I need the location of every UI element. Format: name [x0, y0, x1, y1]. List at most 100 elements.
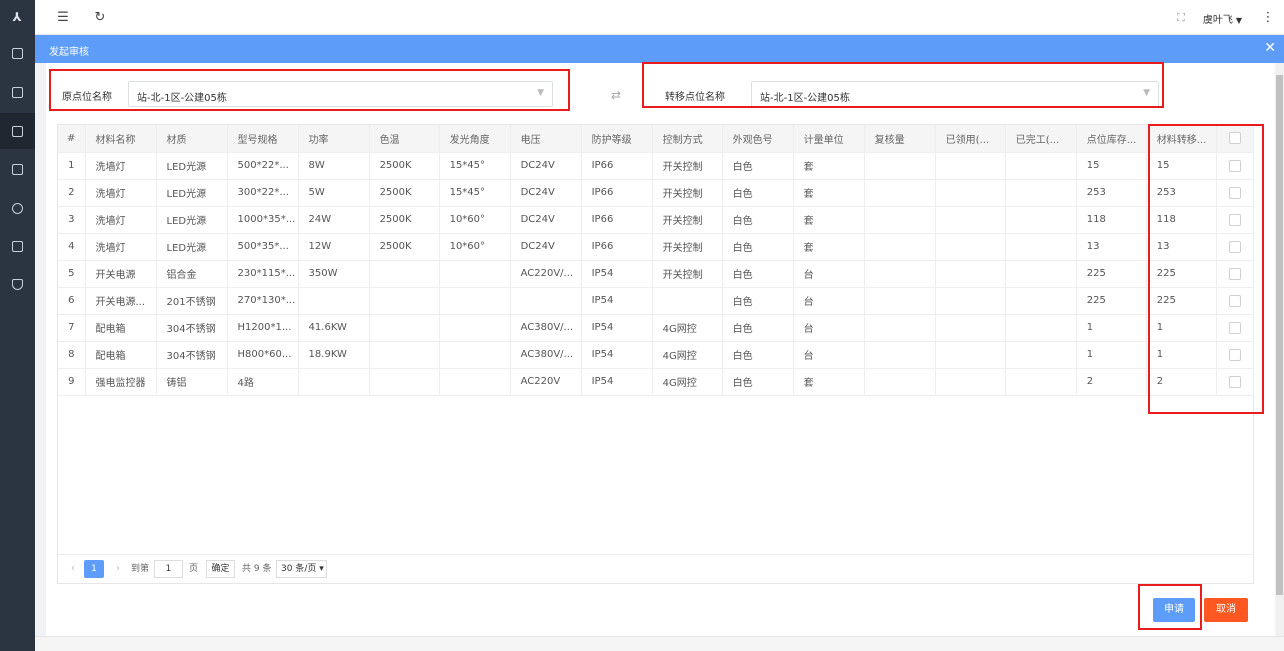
page-input[interactable]: 1: [154, 560, 183, 578]
table-cell: 台: [793, 287, 865, 315]
sidebar-item-5[interactable]: [0, 190, 35, 226]
table-row[interactable]: 4 洗墙灯 LED光源 500*35*... 12W 2500K 10*60° DC24V IP…: [58, 233, 1255, 261]
table-cell: 13: [1076, 233, 1147, 261]
sidebar-item-7[interactable]: [0, 266, 35, 302]
column-header[interactable]: 点位库存...: [1076, 125, 1147, 153]
column-header[interactable]: 控制方式: [652, 125, 723, 153]
table-cell[interactable]: 225: [1146, 260, 1217, 288]
table-row[interactable]: 9 强电监控器 铸铝 4路 AC220V IP54 4G网控 白色套 2 2: [58, 368, 1255, 396]
row-checkbox[interactable]: [1216, 179, 1255, 207]
cancel-button[interactable]: 取消: [1204, 598, 1248, 622]
target-select[interactable]: 站-北-1区-公建05栋 ▼: [751, 81, 1159, 107]
apply-button[interactable]: 申请: [1153, 598, 1195, 622]
column-header[interactable]: 型号规格: [227, 125, 299, 153]
table-cell: 8W: [298, 152, 370, 180]
column-header[interactable]: 材质: [156, 125, 228, 153]
table-cell: DC24V: [510, 233, 582, 261]
bottom-bar: [35, 636, 1284, 651]
table-cell: 配电箱: [85, 341, 157, 369]
column-header[interactable]: 防护等级: [581, 125, 653, 153]
table-cell: 2500K: [369, 233, 440, 261]
dialog-header: 发起审核 ✕: [35, 35, 1284, 63]
row-checkbox[interactable]: [1216, 260, 1255, 288]
table-row[interactable]: 8 配电箱 304不锈钢 H800*60... 18.9KW AC380V/... IP54…: [58, 341, 1255, 369]
user-menu[interactable]: 虞叶飞 ▼: [1203, 11, 1242, 26]
table-cell: AC380V/...: [510, 314, 582, 342]
table-cell: 1: [1076, 314, 1147, 342]
select-all-checkbox[interactable]: [1216, 125, 1255, 153]
next-page-icon[interactable]: ›: [109, 561, 127, 577]
table-cell[interactable]: 225: [1146, 287, 1217, 315]
column-header[interactable]: 材料名称: [85, 125, 157, 153]
current-page[interactable]: 1: [84, 560, 104, 578]
scrollbar[interactable]: [1275, 63, 1284, 636]
table-cell[interactable]: 15: [1146, 152, 1217, 180]
column-header[interactable]: 已完工(...: [1005, 125, 1077, 153]
table-cell[interactable]: 253: [1146, 179, 1217, 207]
prev-page-icon[interactable]: ‹: [64, 561, 82, 577]
table-cell: 9: [58, 368, 86, 396]
row-checkbox[interactable]: [1216, 287, 1255, 315]
more-vertical-icon[interactable]: ⋮: [1260, 10, 1276, 26]
table-cell[interactable]: 1: [1146, 314, 1217, 342]
swap-icon[interactable]: ⇄: [611, 88, 621, 102]
sidebar-item-4[interactable]: [0, 151, 35, 187]
document-icon: [12, 240, 23, 252]
column-header[interactable]: 功率: [298, 125, 370, 153]
column-header[interactable]: 计量单位: [793, 125, 865, 153]
column-header[interactable]: 材料转移...: [1146, 125, 1217, 153]
layers-icon: [12, 86, 23, 98]
sidebar-item-3[interactable]: [0, 113, 35, 149]
column-header[interactable]: 外观色号: [722, 125, 794, 153]
table-row[interactable]: 5 开关电源 铝合金 230*115*... 350W AC220V/... IP54 开关控…: [58, 260, 1255, 288]
page-size-select[interactable]: 30 条/页 ▾: [276, 560, 327, 578]
menu-fold-icon[interactable]: ☰: [55, 10, 71, 26]
table-cell: [864, 233, 936, 261]
table-cell: [935, 368, 1006, 396]
table-cell: [864, 152, 936, 180]
target-label: 转移点位名称: [665, 92, 725, 103]
sidebar-item-6[interactable]: [0, 228, 35, 264]
fullscreen-icon[interactable]: ⛶: [1173, 10, 1189, 26]
column-header[interactable]: #: [58, 125, 86, 153]
table-row[interactable]: 1 洗墙灯 LED光源 500*22*... 8W 2500K 15*45° DC24V IP6…: [58, 152, 1255, 180]
table-cell[interactable]: 2: [1146, 368, 1217, 396]
row-checkbox[interactable]: [1216, 152, 1255, 180]
table-cell: 18.9KW: [298, 341, 370, 369]
table-row[interactable]: 6 开关电源... 201不锈钢 270*130*... IP54 白色台 225 225: [58, 287, 1255, 315]
table-row[interactable]: 3 洗墙灯 LED光源 1000*35*... 24W 2500K 10*60° DC24V I…: [58, 206, 1255, 234]
refresh-icon[interactable]: ↻: [92, 10, 108, 26]
table-cell: 41.6KW: [298, 314, 370, 342]
table-cell: [369, 314, 440, 342]
table-cell: DC24V: [510, 179, 582, 207]
column-header[interactable]: 发光角度: [439, 125, 511, 153]
table-cell: 洗墙灯: [85, 152, 157, 180]
column-header[interactable]: 已领用(...: [935, 125, 1006, 153]
origin-select[interactable]: 站-北-1区-公建05栋 ▼: [128, 81, 553, 107]
column-header[interactable]: 色温: [369, 125, 440, 153]
sidebar-item-1[interactable]: [0, 35, 35, 71]
row-checkbox[interactable]: [1216, 341, 1255, 369]
table-cell[interactable]: 1: [1146, 341, 1217, 369]
column-header[interactable]: 电压: [510, 125, 582, 153]
table-cell: [864, 206, 936, 234]
table-cell: 230*115*...: [227, 260, 299, 288]
table-cell[interactable]: 13: [1146, 233, 1217, 261]
column-header[interactable]: 复核量: [864, 125, 936, 153]
row-checkbox[interactable]: [1216, 233, 1255, 261]
table-cell[interactable]: 118: [1146, 206, 1217, 234]
table-cell: 4: [58, 233, 86, 261]
table-cell: [935, 287, 1006, 315]
table-row[interactable]: 2 洗墙灯 LED光源 300*22*... 5W 2500K 15*45° DC24V IP6…: [58, 179, 1255, 207]
table-cell: IP66: [581, 206, 653, 234]
goto-confirm-button[interactable]: 确定: [206, 560, 235, 578]
logo-icon: ⅄: [12, 10, 22, 24]
row-checkbox[interactable]: [1216, 368, 1255, 396]
close-icon[interactable]: ✕: [1264, 40, 1276, 56]
row-checkbox[interactable]: [1216, 314, 1255, 342]
sidebar-item-2[interactable]: [0, 74, 35, 110]
table-cell: [864, 260, 936, 288]
row-checkbox[interactable]: [1216, 206, 1255, 234]
table-row[interactable]: 7 配电箱 304不锈钢 H1200*1... 41.6KW AC380V/... IP54…: [58, 314, 1255, 342]
scrollbar-thumb[interactable]: [1276, 75, 1283, 595]
